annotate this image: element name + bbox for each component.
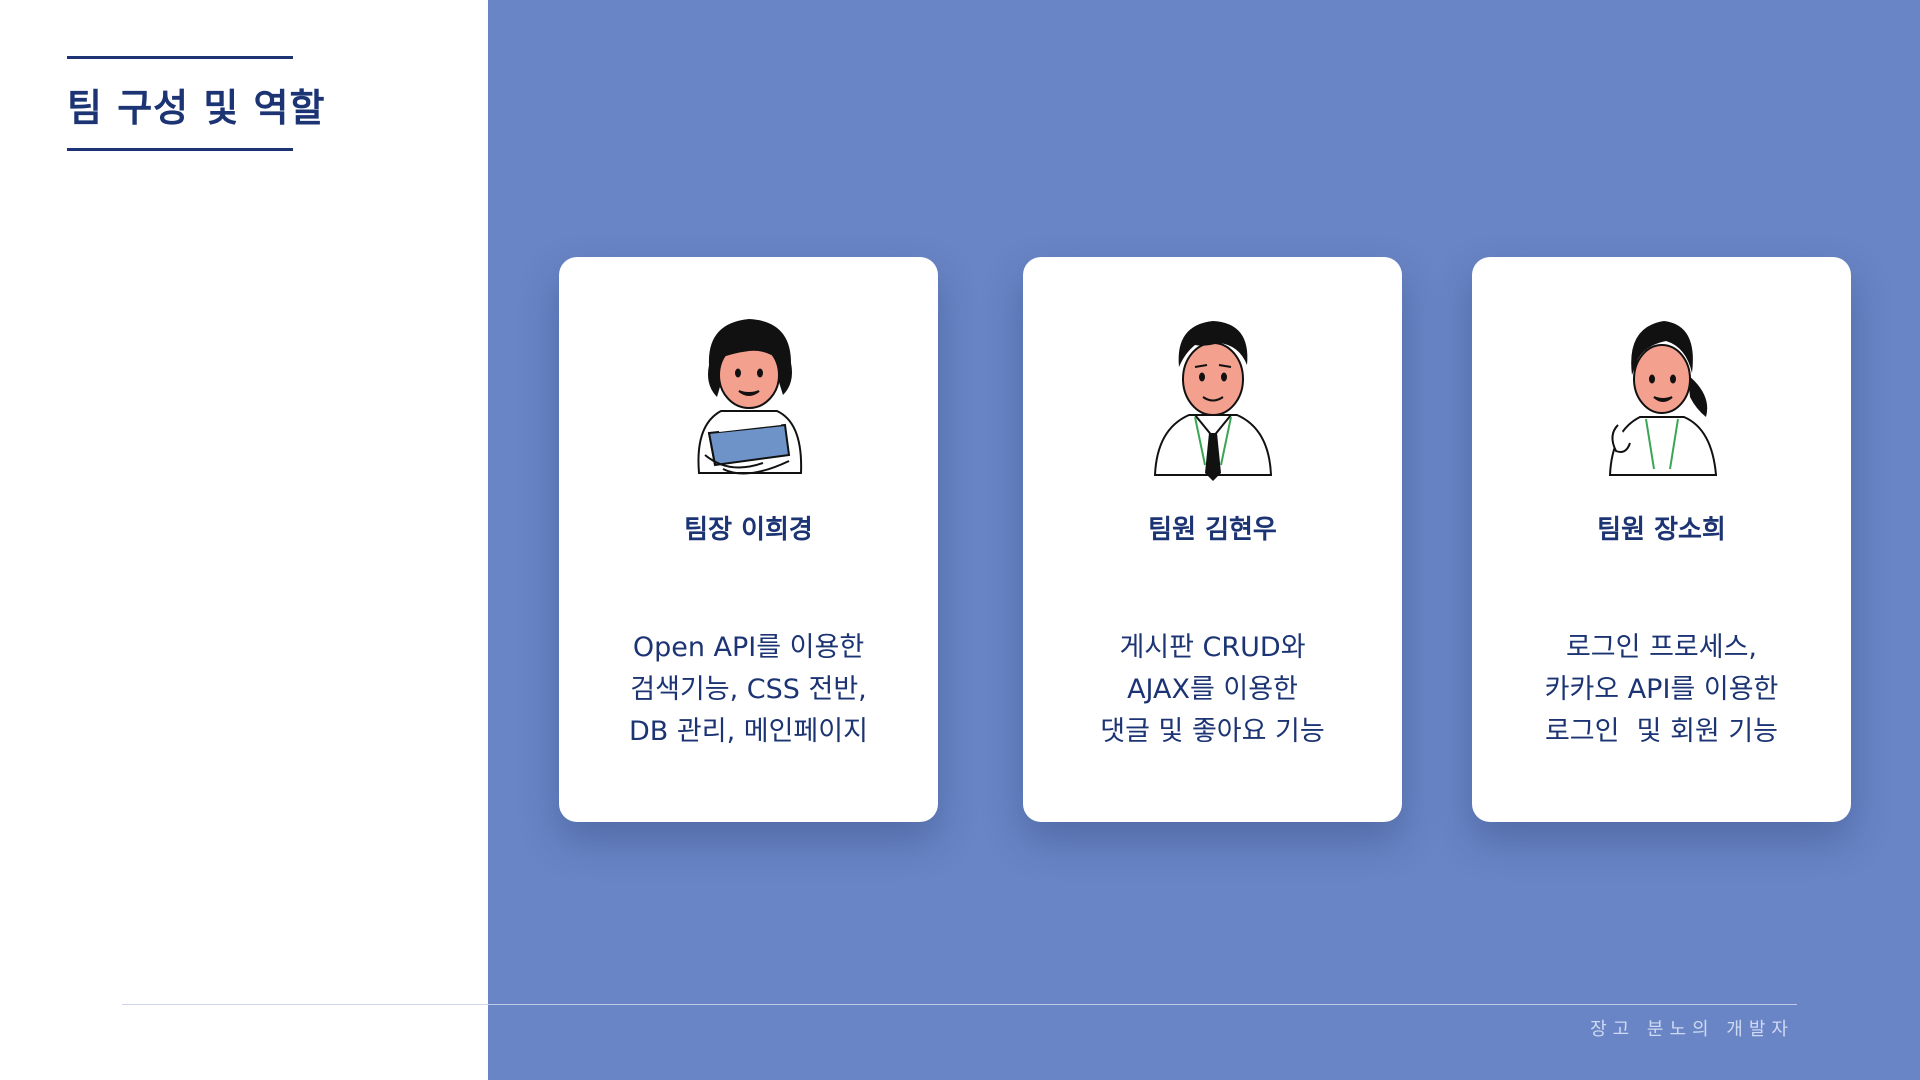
- role-line: DB 관리, 메인페이지: [629, 716, 868, 747]
- man-with-tie-icon: [1133, 305, 1293, 485]
- member-name: 팀장 이희경: [684, 515, 813, 545]
- woman-with-ponytail-icon: [1582, 305, 1742, 485]
- footer-text: 장고 분노의 개발자: [1590, 1019, 1794, 1040]
- page-title: 팀 구성 및 역할: [67, 86, 326, 130]
- role-line: Open API를 이용한: [632, 632, 865, 663]
- title-box: 팀 구성 및 역할: [67, 56, 326, 151]
- member-role: 게시판 CRUD와 AJAX를 이용한 댓글 및 좋아요 기능: [1033, 627, 1392, 753]
- footer-divider: [122, 1004, 1797, 1005]
- role-line: 로그인 프로세스,: [1565, 632, 1758, 663]
- woman-holding-book-icon: [669, 305, 829, 485]
- member-card-leader: 팀장 이희경 Open API를 이용한 검색기능, CSS 전반, DB 관리…: [559, 257, 938, 822]
- role-line: 검색기능, CSS 전반,: [630, 674, 867, 705]
- member-role: 로그인 프로세스, 카카오 API를 이용한 로그인 및 회원 기능: [1482, 627, 1841, 753]
- left-panel: 팀 구성 및 역할: [0, 0, 488, 1080]
- role-line: 카카오 API를 이용한: [1544, 674, 1779, 705]
- role-line: 로그인 및 회원 기능: [1544, 716, 1779, 747]
- member-card-member-1: 팀원 김현우 게시판 CRUD와 AJAX를 이용한 댓글 및 좋아요 기능: [1023, 257, 1402, 822]
- member-card-member-2: 팀원 장소희 로그인 프로세스, 카카오 API를 이용한 로그인 및 회원 기…: [1472, 257, 1851, 822]
- role-line: 게시판 CRUD와: [1119, 632, 1306, 663]
- role-line: 댓글 및 좋아요 기능: [1100, 716, 1325, 747]
- member-role: Open API를 이용한 검색기능, CSS 전반, DB 관리, 메인페이지: [569, 627, 928, 753]
- role-line: AJAX를 이용한: [1127, 674, 1298, 705]
- member-name: 팀원 장소희: [1597, 515, 1726, 545]
- member-name: 팀원 김현우: [1148, 515, 1277, 545]
